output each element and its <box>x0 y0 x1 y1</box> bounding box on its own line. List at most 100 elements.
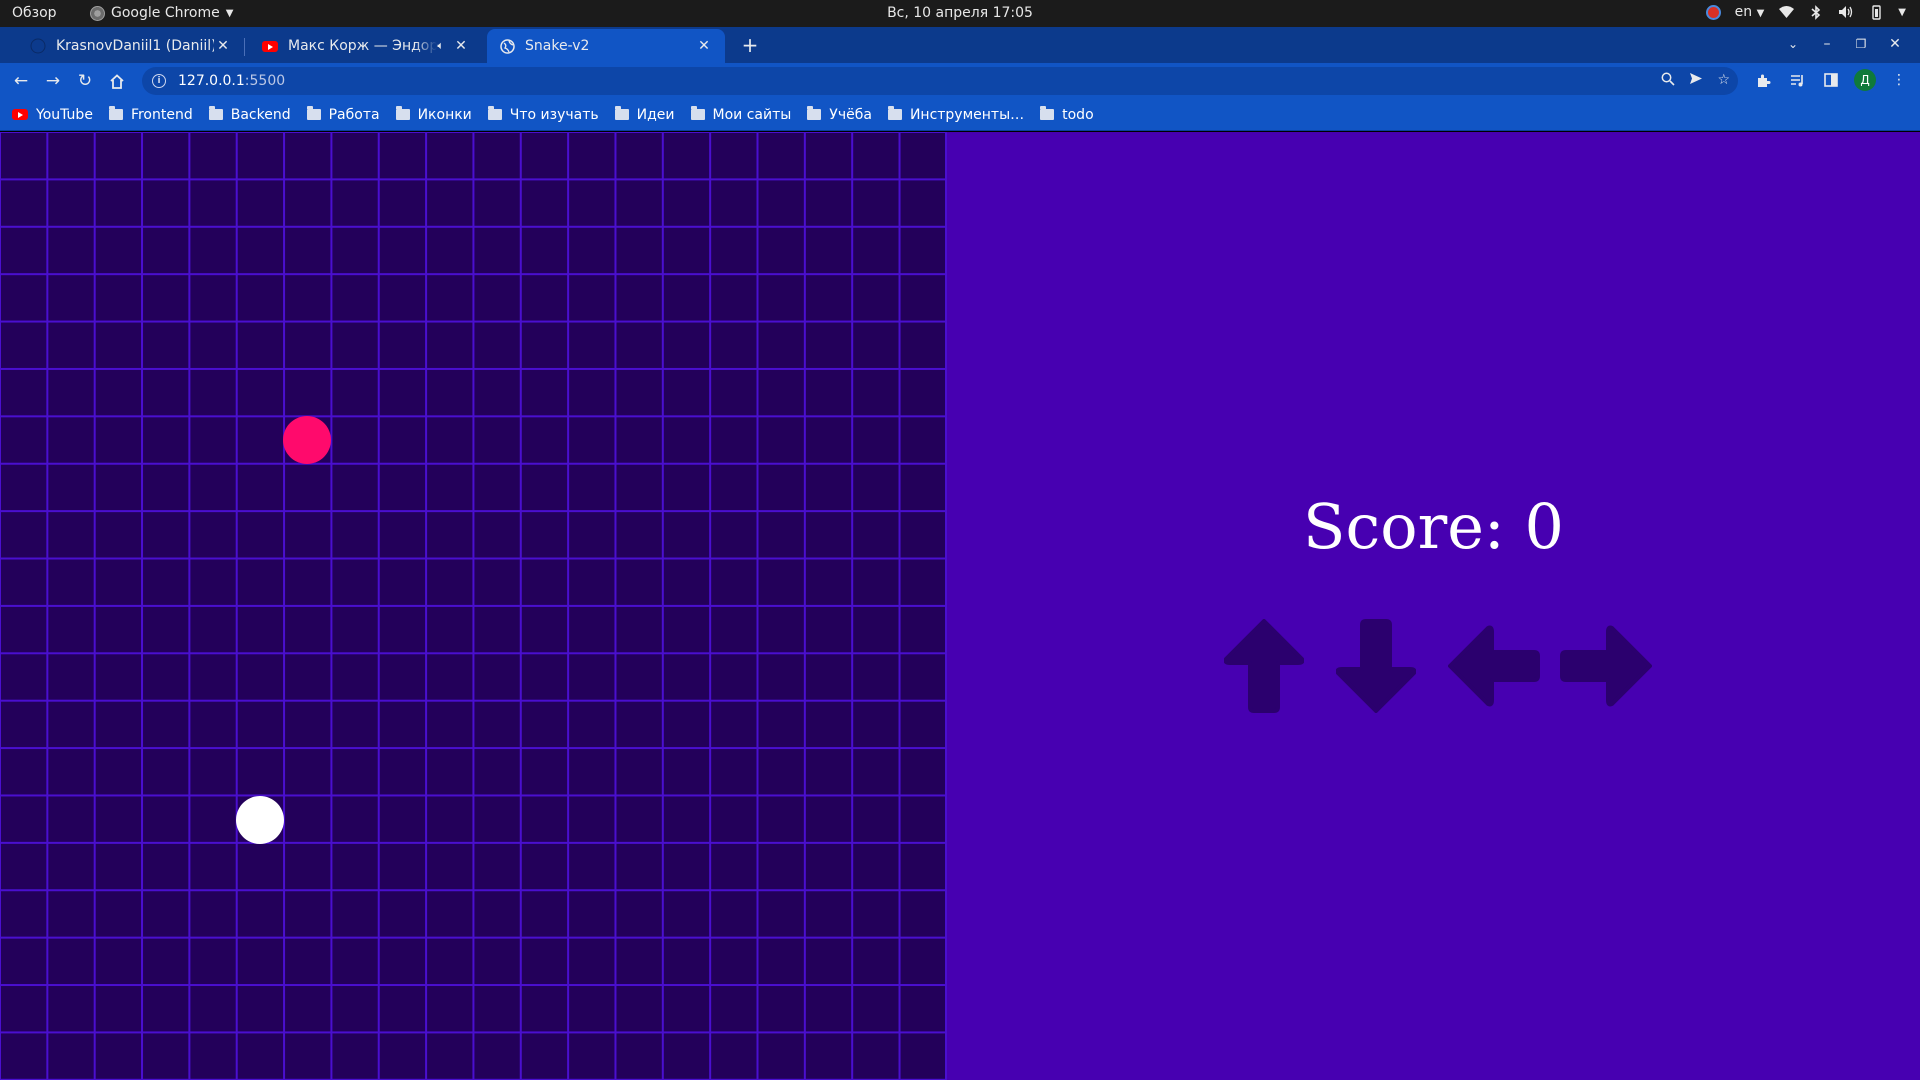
browser-toolbar: ← → ↻ i 127.0.0.1:5500 ☆ Д ⋮ <box>0 63 1920 99</box>
bookmark-folder-to-learn[interactable]: Что изучать <box>487 106 599 123</box>
menu-icon[interactable]: ⋮ <box>1888 69 1910 91</box>
food-dot <box>283 416 331 464</box>
bookmark-folder-frontend[interactable]: Frontend <box>108 106 193 123</box>
bookmark-folder-my-sites[interactable]: Мои сайты <box>690 106 792 123</box>
toolbar-actions: Д ⋮ <box>1752 69 1910 91</box>
folder-icon <box>614 106 629 120</box>
bluetooth-icon[interactable] <box>1808 4 1824 20</box>
url-port: :5500 <box>244 73 286 89</box>
back-icon[interactable]: ← <box>9 69 33 93</box>
bookmark-label: Backend <box>230 106 291 123</box>
bookmark-folder-tools[interactable]: Инструменты… <box>887 106 1025 123</box>
bookmark-folder-work[interactable]: Работа <box>306 106 380 123</box>
tab-github[interactable]: KrasnovDaniil1 (Daniil) ✕ <box>18 29 245 63</box>
send-icon[interactable] <box>1689 72 1703 90</box>
home-icon[interactable] <box>105 69 129 93</box>
arrow-up-icon[interactable] <box>1224 619 1304 713</box>
site-info-icon[interactable]: i <box>152 74 166 88</box>
score-display: Score: 0 <box>1303 490 1564 563</box>
close-icon[interactable]: ✕ <box>214 37 232 55</box>
tab-title: Snake-v2 <box>525 38 590 54</box>
bookmark-folder-todo[interactable]: todo <box>1040 106 1094 123</box>
arrow-controls <box>1224 619 1652 713</box>
arrow-left-icon[interactable] <box>1448 625 1540 707</box>
url-text: 127.0.0.1:5500 <box>178 73 285 89</box>
app-menu-label: Google Chrome <box>111 5 220 21</box>
tab-title: KrasnovDaniil1 (Daniil) <box>56 38 214 54</box>
bookmark-label: Работа <box>328 106 380 123</box>
zoom-icon[interactable] <box>1661 72 1676 90</box>
side-panel-icon[interactable] <box>1820 69 1842 91</box>
tab-youtube[interactable]: Макс Корж — Эндорфин 🔈︎ ✕ <box>250 29 482 63</box>
github-icon <box>30 38 46 54</box>
bookmark-folder-study[interactable]: Учёба <box>807 106 872 123</box>
tab-search-icon[interactable]: ⌄ <box>1776 32 1810 56</box>
minimize-icon[interactable]: – <box>1810 32 1844 56</box>
url-host: 127.0.0.1 <box>178 73 245 89</box>
tab-title: Макс Корж — Эндорфин <box>288 38 438 54</box>
caret-down-icon[interactable]: ▼ <box>1898 7 1906 18</box>
bookmark-star-icon[interactable]: ☆ <box>1717 72 1730 90</box>
bookmark-label: todo <box>1062 106 1094 123</box>
folder-icon <box>1040 106 1055 120</box>
extensions-icon[interactable] <box>1752 69 1774 91</box>
language-label: en <box>1734 4 1753 20</box>
activities-button[interactable]: Обзор <box>12 5 57 21</box>
new-tab-button[interactable]: + <box>738 33 762 57</box>
chrome-icon <box>90 5 105 21</box>
forward-icon[interactable]: → <box>41 69 65 93</box>
audio-playing-icon[interactable]: 🔈︎ <box>437 39 444 53</box>
bookmark-folder-ideas[interactable]: Идеи <box>614 106 675 123</box>
bookmark-label: Frontend <box>130 106 193 123</box>
profile-avatar[interactable]: Д <box>1854 69 1876 91</box>
bookmark-label: Учёба <box>829 106 872 123</box>
volume-icon[interactable] <box>1838 4 1854 20</box>
bookmarks-bar: YouTube Frontend Backend Работа Иконки Ч… <box>0 99 1920 131</box>
bookmark-label: Иконки <box>417 106 472 123</box>
folder-icon <box>807 106 822 120</box>
caret-down-icon: ▼ <box>1756 8 1765 19</box>
youtube-icon <box>262 38 278 54</box>
folder-icon <box>208 106 223 120</box>
tab-separator <box>244 38 245 56</box>
bookmark-label: Мои сайты <box>712 106 792 123</box>
folder-icon <box>887 106 902 120</box>
tab-strip: KrasnovDaniil1 (Daniil) ✕ Макс Корж — Эн… <box>0 27 1920 63</box>
bookmark-folder-backend[interactable]: Backend <box>208 106 291 123</box>
folder-icon <box>395 106 410 120</box>
snake-head <box>236 796 284 844</box>
folder-icon <box>690 106 705 120</box>
clock[interactable]: Вс, 10 апреля 17:05 <box>0 5 1920 21</box>
folder-icon <box>487 106 502 120</box>
system-top-bar: Обзор Google Chrome ▼ Вс, 10 апреля 17:0… <box>0 0 1920 27</box>
bookmark-label: Инструменты… <box>909 106 1025 123</box>
system-tray[interactable]: en ▼ ▼ <box>1705 4 1906 20</box>
tab-snake[interactable]: Snake-v2 ✕ <box>487 29 725 63</box>
game-board[interactable] <box>0 132 947 1080</box>
side-panel: Score: 0 <box>947 132 1920 1080</box>
restore-icon[interactable]: ❐ <box>1844 32 1878 56</box>
bookmark-label: Идеи <box>636 106 675 123</box>
web-page: Score: 0 <box>0 132 1920 1080</box>
arrow-down-icon[interactable] <box>1336 619 1416 713</box>
close-window-icon[interactable]: ✕ <box>1878 32 1912 56</box>
address-bar[interactable]: i 127.0.0.1:5500 ☆ <box>142 67 1738 95</box>
battery-icon[interactable] <box>1868 4 1884 20</box>
address-bar-actions: ☆ <box>1661 72 1730 90</box>
window-controls: ⌄ – ❐ ✕ <box>1776 32 1912 56</box>
close-icon[interactable]: ✕ <box>695 37 713 55</box>
media-controls-icon[interactable] <box>1786 69 1808 91</box>
bookmark-label: Что изучать <box>509 106 599 123</box>
bookmark-folder-icons[interactable]: Иконки <box>395 106 472 123</box>
language-indicator[interactable]: en ▼ <box>1735 4 1765 20</box>
reload-icon[interactable]: ↻ <box>73 69 97 93</box>
bookmark-label: YouTube <box>36 106 93 123</box>
folder-icon <box>306 106 321 120</box>
indicator-icon[interactable] <box>1705 4 1721 20</box>
bookmark-youtube[interactable]: YouTube <box>12 107 93 123</box>
caret-down-icon: ▼ <box>225 7 234 19</box>
app-menu[interactable]: Google Chrome ▼ <box>90 5 233 21</box>
wifi-icon[interactable] <box>1778 4 1794 20</box>
arrow-right-icon[interactable] <box>1560 625 1652 707</box>
close-icon[interactable]: ✕ <box>452 37 470 55</box>
